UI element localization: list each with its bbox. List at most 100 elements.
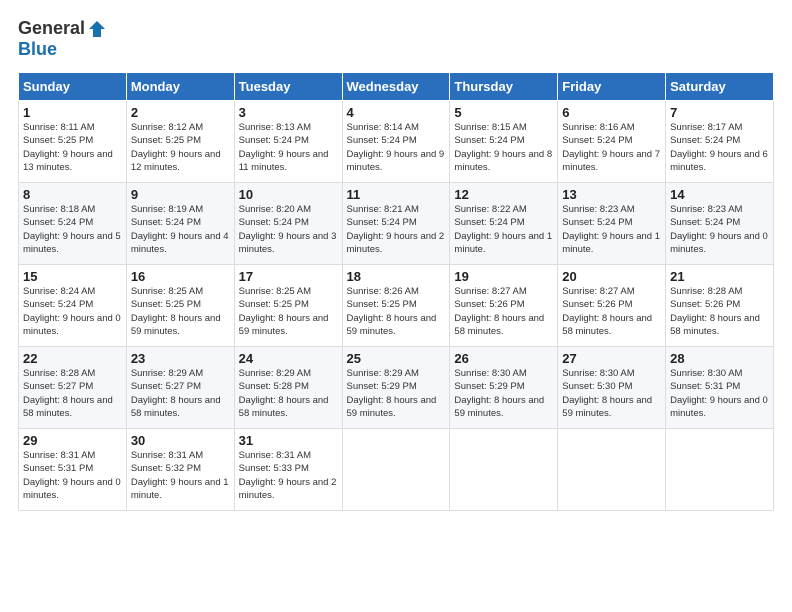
day-number: 15 xyxy=(23,269,122,284)
day-number: 26 xyxy=(454,351,553,366)
day-number: 23 xyxy=(131,351,230,366)
day-info: Sunrise: 8:18 AMSunset: 5:24 PMDaylight:… xyxy=(23,203,122,256)
calendar-week-row: 1Sunrise: 8:11 AMSunset: 5:25 PMDaylight… xyxy=(19,101,774,183)
day-info: Sunrise: 8:28 AMSunset: 5:26 PMDaylight:… xyxy=(670,285,769,338)
calendar-day-cell: 20Sunrise: 8:27 AMSunset: 5:26 PMDayligh… xyxy=(558,265,666,347)
calendar-day-cell: 18Sunrise: 8:26 AMSunset: 5:25 PMDayligh… xyxy=(342,265,450,347)
calendar-day-cell: 1Sunrise: 8:11 AMSunset: 5:25 PMDaylight… xyxy=(19,101,127,183)
day-number: 27 xyxy=(562,351,661,366)
calendar-day-cell: 13Sunrise: 8:23 AMSunset: 5:24 PMDayligh… xyxy=(558,183,666,265)
day-info: Sunrise: 8:11 AMSunset: 5:25 PMDaylight:… xyxy=(23,121,122,174)
day-info: Sunrise: 8:13 AMSunset: 5:24 PMDaylight:… xyxy=(239,121,338,174)
day-number: 2 xyxy=(131,105,230,120)
day-number: 7 xyxy=(670,105,769,120)
calendar-day-cell: 24Sunrise: 8:29 AMSunset: 5:28 PMDayligh… xyxy=(234,347,342,429)
day-number: 14 xyxy=(670,187,769,202)
calendar-day-cell: 10Sunrise: 8:20 AMSunset: 5:24 PMDayligh… xyxy=(234,183,342,265)
calendar-day-cell xyxy=(342,429,450,511)
day-info: Sunrise: 8:21 AMSunset: 5:24 PMDaylight:… xyxy=(347,203,446,256)
calendar-day-cell: 17Sunrise: 8:25 AMSunset: 5:25 PMDayligh… xyxy=(234,265,342,347)
logo: General Blue xyxy=(18,18,107,60)
day-number: 5 xyxy=(454,105,553,120)
logo-icon xyxy=(87,19,107,39)
day-info: Sunrise: 8:17 AMSunset: 5:24 PMDaylight:… xyxy=(670,121,769,174)
calendar-day-cell xyxy=(450,429,558,511)
weekday-header: Sunday xyxy=(19,73,127,101)
day-info: Sunrise: 8:15 AMSunset: 5:24 PMDaylight:… xyxy=(454,121,553,174)
day-info: Sunrise: 8:16 AMSunset: 5:24 PMDaylight:… xyxy=(562,121,661,174)
day-number: 11 xyxy=(347,187,446,202)
day-number: 25 xyxy=(347,351,446,366)
day-info: Sunrise: 8:31 AMSunset: 5:31 PMDaylight:… xyxy=(23,449,122,502)
day-number: 29 xyxy=(23,433,122,448)
calendar-day-cell: 14Sunrise: 8:23 AMSunset: 5:24 PMDayligh… xyxy=(666,183,774,265)
calendar-day-cell: 31Sunrise: 8:31 AMSunset: 5:33 PMDayligh… xyxy=(234,429,342,511)
day-info: Sunrise: 8:30 AMSunset: 5:30 PMDaylight:… xyxy=(562,367,661,420)
day-info: Sunrise: 8:27 AMSunset: 5:26 PMDaylight:… xyxy=(454,285,553,338)
calendar-day-cell: 8Sunrise: 8:18 AMSunset: 5:24 PMDaylight… xyxy=(19,183,127,265)
day-info: Sunrise: 8:30 AMSunset: 5:29 PMDaylight:… xyxy=(454,367,553,420)
calendar-day-cell: 25Sunrise: 8:29 AMSunset: 5:29 PMDayligh… xyxy=(342,347,450,429)
day-info: Sunrise: 8:25 AMSunset: 5:25 PMDaylight:… xyxy=(239,285,338,338)
day-info: Sunrise: 8:27 AMSunset: 5:26 PMDaylight:… xyxy=(562,285,661,338)
day-info: Sunrise: 8:14 AMSunset: 5:24 PMDaylight:… xyxy=(347,121,446,174)
day-info: Sunrise: 8:25 AMSunset: 5:25 PMDaylight:… xyxy=(131,285,230,338)
day-info: Sunrise: 8:31 AMSunset: 5:32 PMDaylight:… xyxy=(131,449,230,502)
calendar-day-cell: 28Sunrise: 8:30 AMSunset: 5:31 PMDayligh… xyxy=(666,347,774,429)
calendar-header-row: SundayMondayTuesdayWednesdayThursdayFrid… xyxy=(19,73,774,101)
calendar-day-cell: 2Sunrise: 8:12 AMSunset: 5:25 PMDaylight… xyxy=(126,101,234,183)
day-number: 10 xyxy=(239,187,338,202)
day-number: 31 xyxy=(239,433,338,448)
day-number: 9 xyxy=(131,187,230,202)
day-info: Sunrise: 8:29 AMSunset: 5:27 PMDaylight:… xyxy=(131,367,230,420)
day-info: Sunrise: 8:23 AMSunset: 5:24 PMDaylight:… xyxy=(670,203,769,256)
calendar-day-cell: 21Sunrise: 8:28 AMSunset: 5:26 PMDayligh… xyxy=(666,265,774,347)
calendar-day-cell: 26Sunrise: 8:30 AMSunset: 5:29 PMDayligh… xyxy=(450,347,558,429)
calendar-day-cell: 12Sunrise: 8:22 AMSunset: 5:24 PMDayligh… xyxy=(450,183,558,265)
calendar-day-cell: 27Sunrise: 8:30 AMSunset: 5:30 PMDayligh… xyxy=(558,347,666,429)
calendar-week-row: 8Sunrise: 8:18 AMSunset: 5:24 PMDaylight… xyxy=(19,183,774,265)
calendar-day-cell: 16Sunrise: 8:25 AMSunset: 5:25 PMDayligh… xyxy=(126,265,234,347)
day-number: 13 xyxy=(562,187,661,202)
calendar-day-cell: 29Sunrise: 8:31 AMSunset: 5:31 PMDayligh… xyxy=(19,429,127,511)
calendar-day-cell: 7Sunrise: 8:17 AMSunset: 5:24 PMDaylight… xyxy=(666,101,774,183)
calendar-day-cell xyxy=(558,429,666,511)
day-info: Sunrise: 8:30 AMSunset: 5:31 PMDaylight:… xyxy=(670,367,769,420)
day-number: 22 xyxy=(23,351,122,366)
calendar-day-cell: 22Sunrise: 8:28 AMSunset: 5:27 PMDayligh… xyxy=(19,347,127,429)
weekday-header: Wednesday xyxy=(342,73,450,101)
day-info: Sunrise: 8:24 AMSunset: 5:24 PMDaylight:… xyxy=(23,285,122,338)
day-number: 30 xyxy=(131,433,230,448)
day-number: 1 xyxy=(23,105,122,120)
day-number: 4 xyxy=(347,105,446,120)
day-info: Sunrise: 8:19 AMSunset: 5:24 PMDaylight:… xyxy=(131,203,230,256)
calendar-day-cell xyxy=(666,429,774,511)
day-number: 18 xyxy=(347,269,446,284)
calendar-table: SundayMondayTuesdayWednesdayThursdayFrid… xyxy=(18,72,774,511)
calendar-week-row: 22Sunrise: 8:28 AMSunset: 5:27 PMDayligh… xyxy=(19,347,774,429)
logo-blue-text: Blue xyxy=(18,39,57,60)
calendar-day-cell: 15Sunrise: 8:24 AMSunset: 5:24 PMDayligh… xyxy=(19,265,127,347)
day-number: 19 xyxy=(454,269,553,284)
calendar-day-cell: 23Sunrise: 8:29 AMSunset: 5:27 PMDayligh… xyxy=(126,347,234,429)
day-info: Sunrise: 8:12 AMSunset: 5:25 PMDaylight:… xyxy=(131,121,230,174)
day-number: 16 xyxy=(131,269,230,284)
header: General Blue xyxy=(18,18,774,60)
weekday-header: Thursday xyxy=(450,73,558,101)
calendar-day-cell: 9Sunrise: 8:19 AMSunset: 5:24 PMDaylight… xyxy=(126,183,234,265)
day-number: 28 xyxy=(670,351,769,366)
day-info: Sunrise: 8:20 AMSunset: 5:24 PMDaylight:… xyxy=(239,203,338,256)
calendar-day-cell: 11Sunrise: 8:21 AMSunset: 5:24 PMDayligh… xyxy=(342,183,450,265)
calendar-day-cell: 30Sunrise: 8:31 AMSunset: 5:32 PMDayligh… xyxy=(126,429,234,511)
weekday-header: Monday xyxy=(126,73,234,101)
day-number: 6 xyxy=(562,105,661,120)
weekday-header: Friday xyxy=(558,73,666,101)
day-info: Sunrise: 8:29 AMSunset: 5:28 PMDaylight:… xyxy=(239,367,338,420)
logo-general-text: General xyxy=(18,18,85,39)
calendar-day-cell: 6Sunrise: 8:16 AMSunset: 5:24 PMDaylight… xyxy=(558,101,666,183)
day-number: 24 xyxy=(239,351,338,366)
calendar-week-row: 29Sunrise: 8:31 AMSunset: 5:31 PMDayligh… xyxy=(19,429,774,511)
day-number: 3 xyxy=(239,105,338,120)
calendar-day-cell: 19Sunrise: 8:27 AMSunset: 5:26 PMDayligh… xyxy=(450,265,558,347)
day-info: Sunrise: 8:23 AMSunset: 5:24 PMDaylight:… xyxy=(562,203,661,256)
